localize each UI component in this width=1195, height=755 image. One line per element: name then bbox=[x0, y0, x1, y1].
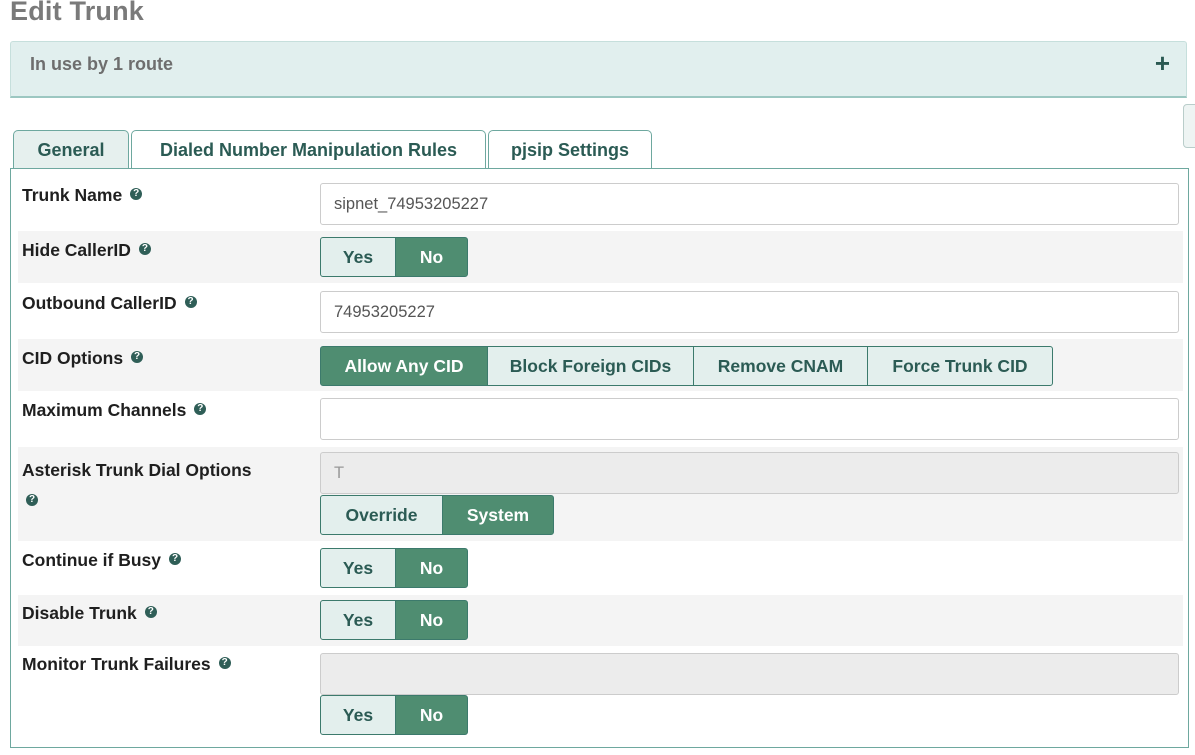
cid-options-label: CID Options? bbox=[22, 348, 144, 369]
disable-trunk-toggle: Yes No bbox=[320, 600, 468, 640]
tab-pjsip-settings[interactable]: pjsip Settings bbox=[488, 130, 652, 169]
monitor-trunk-failures-input[interactable] bbox=[320, 653, 1179, 695]
block-foreign-cids-button[interactable]: Block Foreign CIDs bbox=[487, 346, 694, 386]
row-outbound-callerid: Outbound CallerID? bbox=[18, 284, 1183, 338]
dial-options-input[interactable] bbox=[320, 452, 1179, 494]
row-cid-options: CID Options? Allow Any CID Block Foreign… bbox=[18, 339, 1183, 391]
remove-cnam-button[interactable]: Remove CNAM bbox=[693, 346, 868, 386]
row-monitor-trunk-failures: Monitor Trunk Failures? Yes No bbox=[18, 647, 1183, 742]
row-dial-options: Asterisk Trunk Dial Options? Override Sy… bbox=[18, 447, 1183, 541]
hide-callerid-toggle: Yes No bbox=[320, 237, 468, 277]
disable-trunk-no-button[interactable]: No bbox=[395, 600, 468, 640]
hide-callerid-label: Hide CallerID? bbox=[22, 240, 151, 261]
dial-options-label: Asterisk Trunk Dial Options? bbox=[22, 460, 252, 507]
plus-icon[interactable]: + bbox=[1155, 48, 1170, 79]
disable-trunk-yes-button[interactable]: Yes bbox=[320, 600, 396, 640]
help-icon[interactable]: ? bbox=[218, 657, 231, 670]
tab-dialed-number-manipulation-rules[interactable]: Dialed Number Manipulation Rules bbox=[131, 130, 486, 169]
continue-if-busy-label: Continue if Busy? bbox=[22, 550, 182, 571]
help-icon[interactable]: ? bbox=[194, 403, 207, 416]
continue-if-busy-no-button[interactable]: No bbox=[395, 548, 468, 588]
maximum-channels-label: Maximum Channels? bbox=[22, 400, 207, 421]
hide-callerid-no-button[interactable]: No bbox=[395, 237, 468, 277]
dial-options-mode-group: Override System bbox=[320, 495, 554, 535]
row-continue-if-busy: Continue if Busy? Yes No bbox=[18, 542, 1183, 594]
force-trunk-cid-button[interactable]: Force Trunk CID bbox=[867, 346, 1053, 386]
help-icon[interactable]: ? bbox=[26, 494, 38, 507]
maximum-channels-input[interactable] bbox=[320, 398, 1179, 440]
row-disable-trunk: Disable Trunk? Yes No bbox=[18, 595, 1183, 646]
help-icon[interactable]: ? bbox=[169, 553, 182, 566]
monitor-trunk-failures-no-button[interactable]: No bbox=[395, 695, 468, 735]
continue-if-busy-yes-button[interactable]: Yes bbox=[320, 548, 396, 588]
continue-if-busy-toggle: Yes No bbox=[320, 548, 468, 588]
monitor-trunk-failures-label: Monitor Trunk Failures? bbox=[22, 654, 231, 675]
outbound-callerid-input[interactable] bbox=[320, 291, 1179, 333]
allow-any-cid-button[interactable]: Allow Any CID bbox=[320, 346, 488, 386]
row-trunk-name: Trunk Name? bbox=[18, 176, 1183, 230]
help-icon[interactable]: ? bbox=[130, 188, 143, 201]
tab-general[interactable]: General bbox=[13, 130, 129, 169]
help-icon[interactable]: ? bbox=[144, 606, 157, 619]
hide-callerid-yes-button[interactable]: Yes bbox=[320, 237, 396, 277]
disable-trunk-label: Disable Trunk? bbox=[22, 603, 157, 624]
cid-options-group: Allow Any CID Block Foreign CIDs Remove … bbox=[320, 346, 1053, 386]
trunk-name-label: Trunk Name? bbox=[22, 185, 143, 206]
row-hide-callerid: Hide CallerID? Yes No bbox=[18, 231, 1183, 283]
help-icon[interactable]: ? bbox=[131, 351, 144, 364]
general-form: Trunk Name? Hide CallerID? Yes No Outbou… bbox=[10, 168, 1189, 748]
monitor-trunk-failures-yes-button[interactable]: Yes bbox=[320, 695, 396, 735]
dial-options-system-button[interactable]: System bbox=[442, 495, 554, 535]
help-icon[interactable]: ? bbox=[138, 243, 151, 256]
side-panel-handle[interactable] bbox=[1183, 104, 1195, 148]
usage-text: In use by 1 route bbox=[30, 54, 174, 74]
page-title: Edit Trunk bbox=[10, 0, 145, 26]
monitor-trunk-failures-toggle: Yes No bbox=[320, 695, 468, 735]
help-icon[interactable]: ? bbox=[184, 296, 197, 309]
usage-panel[interactable]: In use by 1 route + bbox=[10, 41, 1187, 98]
trunk-name-input[interactable] bbox=[320, 183, 1179, 225]
dial-options-override-button[interactable]: Override bbox=[320, 495, 443, 535]
row-maximum-channels: Maximum Channels? bbox=[18, 392, 1183, 446]
outbound-callerid-label: Outbound CallerID? bbox=[22, 293, 197, 314]
